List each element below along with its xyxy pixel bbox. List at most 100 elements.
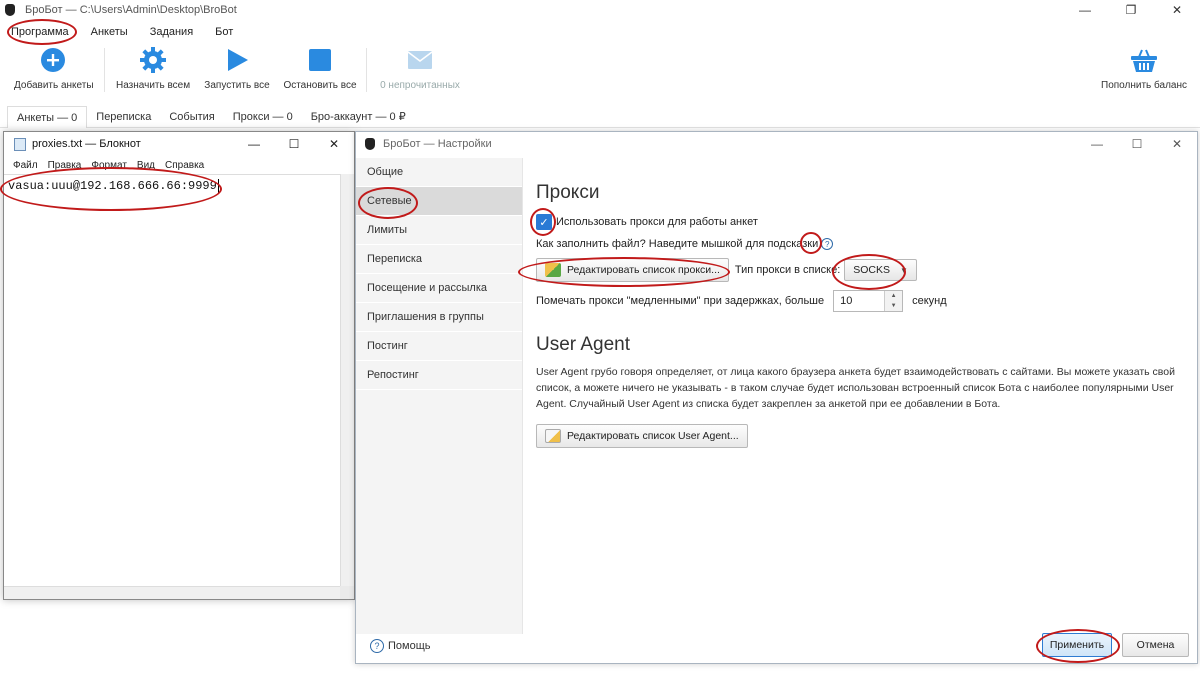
help-question-icon[interactable]: ?	[821, 238, 834, 250]
notepad-titlebar: proxies.txt — Блокнот — ☐ ✕	[4, 132, 354, 156]
checkmark-icon: ✓	[539, 216, 549, 229]
minimize-button[interactable]: —	[1062, 0, 1108, 20]
notepad-resize-grip[interactable]	[340, 586, 354, 599]
tab-profiles[interactable]: Анкеты — 0	[7, 105, 88, 128]
notepad-menu-help[interactable]: Справка	[160, 160, 209, 171]
pencil-note-icon	[545, 429, 561, 443]
menu-tasks[interactable]: Задания	[139, 26, 204, 38]
notepad-menubar: Файл Правка Формат Вид Справка	[4, 156, 354, 174]
notepad-title: proxies.txt — Блокнот	[32, 138, 141, 150]
tab-messages[interactable]: Переписка	[87, 106, 160, 128]
nav-limits[interactable]: Лимиты	[356, 216, 522, 245]
envelope-icon	[406, 46, 434, 74]
settings-nav: Общие Сетевые Лимиты Переписка Посещение…	[356, 158, 523, 634]
gear-icon	[139, 46, 167, 74]
toolbar-divider	[366, 48, 367, 92]
toolbar: Добавить анкеты Назначить всем Запустить…	[0, 46, 1200, 98]
settings-minimize-button[interactable]: —	[1077, 132, 1117, 156]
stop-icon	[306, 46, 334, 74]
help-link[interactable]: ? Помощь	[370, 639, 431, 653]
toolbar-divider	[104, 48, 105, 92]
nav-group-invites[interactable]: Приглашения в группы	[356, 303, 522, 332]
menu-profiles[interactable]: Анкеты	[80, 26, 139, 38]
assign-all-button[interactable]: Назначить всем	[116, 46, 190, 91]
stop-all-label: Остановить все	[283, 80, 357, 91]
notepad-vertical-scrollbar[interactable]	[340, 174, 354, 586]
proxy-file-hint: Как заполнить файл? Наведите мышкой для …	[536, 238, 819, 250]
menu-program[interactable]: Программа	[0, 26, 80, 38]
slow-proxy-spinner[interactable]: 10 ▲ ▼	[833, 290, 904, 312]
use-proxy-checkbox[interactable]: ✓	[536, 214, 552, 230]
notepad-menu-format[interactable]: Формат	[86, 160, 132, 171]
spinner-up-icon[interactable]: ▲	[885, 291, 903, 301]
close-button[interactable]: ✕	[1154, 0, 1200, 20]
user-agent-description: User Agent грубо говоря определяет, от л…	[536, 366, 1175, 410]
brobot-logo-icon	[365, 138, 375, 150]
help-label: Помощь	[388, 640, 431, 652]
edit-user-agent-label: Редактировать список User Agent...	[567, 430, 739, 442]
top-up-balance-button[interactable]: Пополнить баланс	[1100, 46, 1188, 91]
proxy-heading: Прокси	[536, 182, 600, 203]
tab-proxies[interactable]: Прокси — 0	[224, 106, 302, 128]
add-profiles-label: Добавить анкеты	[14, 80, 94, 91]
slow-proxy-label: Помечать прокси "медленными" при задержк…	[536, 295, 825, 307]
settings-content: Прокси ✓ Использовать прокси для работы …	[536, 182, 1191, 448]
user-agent-heading: User Agent	[536, 334, 630, 355]
shopping-basket-icon	[1130, 46, 1158, 74]
menubar: Программа Анкеты Задания Бот	[0, 22, 244, 42]
nav-reposting[interactable]: Репостинг	[356, 361, 522, 390]
main-titlebar: БроБот — C:\Users\Admin\Desktop\BroBot —…	[0, 0, 1200, 20]
edit-proxy-list-button[interactable]: Редактировать список прокси...	[536, 258, 729, 282]
notepad-menu-file[interactable]: Файл	[8, 160, 43, 171]
notepad-close-button[interactable]: ✕	[314, 132, 354, 156]
notepad-horizontal-scrollbar[interactable]	[4, 586, 341, 599]
settings-titlebar: БроБот — Настройки — ☐ ✕	[356, 132, 1197, 156]
settings-maximize-button[interactable]: ☐	[1117, 132, 1157, 156]
nav-visits-mailing[interactable]: Посещение и рассылка	[356, 274, 522, 303]
restore-button[interactable]: ❐	[1108, 0, 1154, 20]
start-all-button[interactable]: Запустить все	[202, 46, 272, 91]
text-cursor	[217, 179, 219, 193]
notepad-text-area[interactable]: vasua:uuu@192.168.666.66:9999	[4, 174, 341, 586]
chevron-down-icon: ▼	[900, 265, 908, 275]
assign-all-label: Назначить всем	[116, 80, 191, 91]
settings-close-button[interactable]: ✕	[1157, 132, 1197, 156]
unread-messages-label: 0 непрочитанных	[380, 80, 460, 91]
apply-button[interactable]: Применить	[1042, 633, 1112, 657]
notepad-menu-view[interactable]: Вид	[132, 160, 160, 171]
add-profiles-button[interactable]: Добавить анкеты	[14, 46, 94, 91]
settings-dialog: БроБот — Настройки — ☐ ✕ Общие Сетевые Л…	[355, 131, 1198, 664]
menu-bot[interactable]: Бот	[204, 26, 244, 38]
nav-posting[interactable]: Постинг	[356, 332, 522, 361]
notepad-icon	[14, 137, 26, 151]
proxy-type-select[interactable]: SOCKS ▼	[844, 259, 917, 281]
main-tabs: Анкеты — 0 Переписка События Прокси — 0 …	[0, 105, 1200, 128]
notepad-window: proxies.txt — Блокнот — ☐ ✕ Файл Правка …	[3, 131, 355, 600]
stop-all-button[interactable]: Остановить все	[282, 46, 358, 91]
play-icon	[223, 46, 251, 74]
cancel-button[interactable]: Отмена	[1122, 633, 1189, 657]
seconds-label: секунд	[912, 295, 947, 307]
unread-messages-button[interactable]: 0 непрочитанных	[378, 46, 462, 91]
window-title: БроБот — C:\Users\Admin\Desktop\BroBot	[25, 4, 237, 16]
proxy-type-value: SOCKS	[853, 264, 891, 276]
plus-circle-icon	[39, 46, 67, 74]
spinner-down-icon[interactable]: ▼	[885, 301, 903, 311]
edit-list-icon	[545, 263, 561, 277]
settings-footer: ? Помощь Применить Отмена	[356, 631, 1197, 663]
tab-bro-account[interactable]: Бро-аккаунт — 0 ₽	[302, 106, 415, 128]
tab-events[interactable]: События	[160, 106, 223, 128]
notepad-maximize-button[interactable]: ☐	[274, 132, 314, 156]
notepad-minimize-button[interactable]: —	[234, 132, 274, 156]
slow-proxy-value: 10	[840, 295, 853, 307]
top-up-balance-label: Пополнить баланс	[1101, 80, 1187, 91]
edit-user-agent-list-button[interactable]: Редактировать список User Agent...	[536, 424, 748, 448]
proxy-line: vasua:uuu@192.168.666.66:9999	[8, 179, 217, 193]
nav-general[interactable]: Общие	[356, 158, 522, 187]
nav-network[interactable]: Сетевые	[356, 187, 522, 216]
start-all-label: Запустить все	[204, 80, 270, 91]
notepad-menu-edit[interactable]: Правка	[43, 160, 87, 171]
nav-messaging[interactable]: Переписка	[356, 245, 522, 274]
settings-title: БроБот — Настройки	[383, 138, 492, 150]
help-circle-icon: ?	[370, 639, 384, 653]
